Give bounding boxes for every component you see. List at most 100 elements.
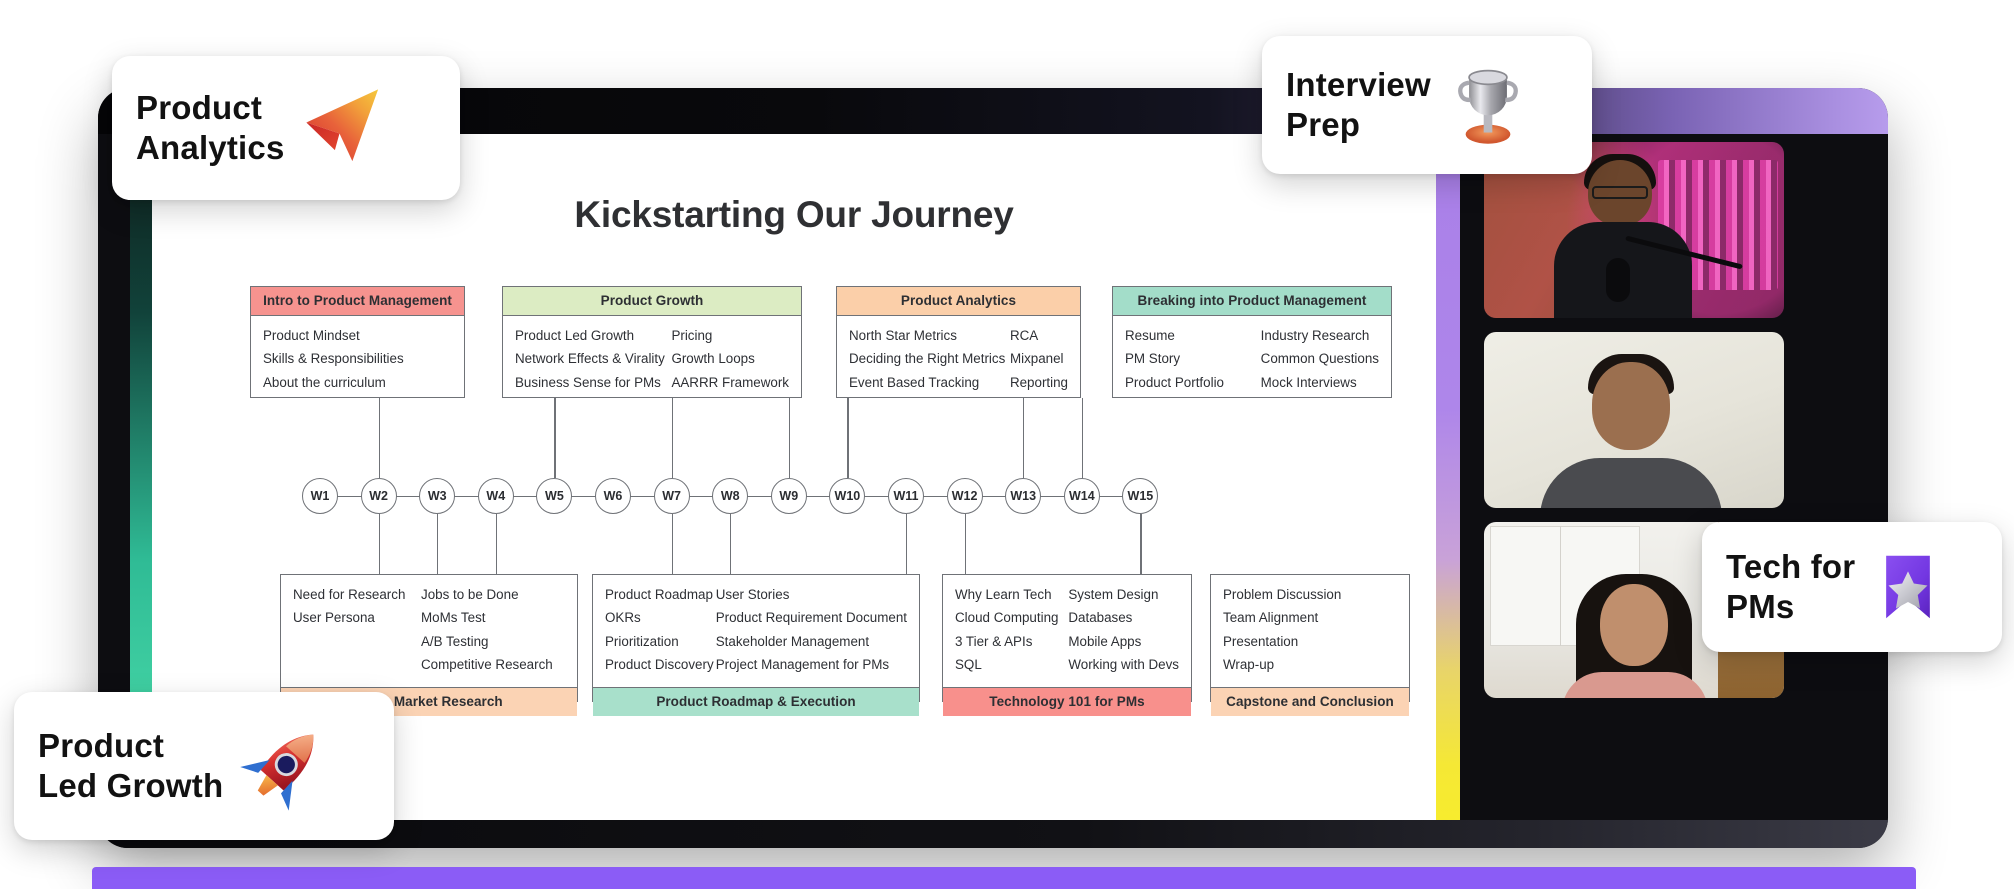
module-topic: Need for Research bbox=[293, 587, 406, 602]
slide-accent-right bbox=[1436, 134, 1460, 820]
module-topic: Why Learn Tech bbox=[955, 587, 1052, 602]
timeline-connector bbox=[1023, 398, 1025, 478]
timeline-week-node[interactable]: W7 bbox=[653, 478, 690, 514]
participant-video-panel bbox=[1484, 134, 1820, 820]
module-topic: Cloud Computing bbox=[955, 610, 1059, 626]
timeline-week-node[interactable]: W5 bbox=[536, 478, 573, 514]
module-card-title: Breaking into Product Management bbox=[1113, 287, 1391, 316]
timeline-connector bbox=[788, 398, 791, 478]
module-topic: Databases bbox=[1068, 610, 1133, 626]
timeline-week-node[interactable]: W4 bbox=[477, 478, 514, 514]
floating-card-label: Product Analytics bbox=[136, 88, 285, 166]
module-card: Product Growth Product Led Growth Network … bbox=[502, 286, 802, 398]
module-topic: Pricing bbox=[671, 328, 713, 343]
timeline-week-node[interactable]: W14 bbox=[1063, 478, 1100, 514]
trophy-icon bbox=[1445, 62, 1531, 148]
module-topic: Product Requirement Document bbox=[715, 610, 907, 626]
module-card-title: Product Analytics bbox=[837, 287, 1080, 316]
module-card-topics: Product Roadmap OKRs Prioritization Product… bbox=[593, 575, 919, 687]
module-topic: Problem Discussion bbox=[1223, 587, 1342, 602]
timeline-connector bbox=[554, 398, 556, 478]
timeline-week-node[interactable]: W3 bbox=[419, 478, 456, 514]
screenshot-root: Kickstarting Our Journey Intro to Produc… bbox=[0, 0, 2014, 889]
timeline-week-node[interactable]: W11 bbox=[888, 478, 924, 514]
module-topic: Jobs to be Done bbox=[421, 587, 519, 602]
timeline-week-node[interactable]: W13 bbox=[1005, 478, 1042, 514]
module-topic: North Star Metrics bbox=[849, 328, 957, 343]
module-topic: Event Based Tracking bbox=[849, 374, 980, 390]
module-card: Problem Discussion Team Alignment Presenta… bbox=[1210, 574, 1410, 717]
timeline-connector bbox=[378, 514, 380, 574]
module-card-title: Intro to Product Management bbox=[251, 287, 464, 316]
module-topic: Product Roadmap bbox=[605, 587, 713, 602]
module-topic: RCA bbox=[1009, 328, 1039, 343]
module-topic: Growth Loops bbox=[671, 351, 755, 367]
module-card-topics: Product Led Growth Network Effects & Vira… bbox=[503, 316, 801, 405]
module-topic: Reporting bbox=[1009, 374, 1068, 390]
module-topic: MoMs Test bbox=[421, 610, 486, 626]
timeline-connector bbox=[378, 398, 380, 478]
module-card-topics: North Star Metrics Deciding the Right Met… bbox=[837, 316, 1080, 405]
module-card: Product Roadmap OKRs Prioritization Product… bbox=[592, 574, 920, 717]
module-topic: Common Questions bbox=[1260, 351, 1379, 367]
module-topic: Working with Devs bbox=[1068, 657, 1179, 673]
timeline-connector bbox=[1140, 514, 1142, 574]
module-topic: A/B Testing bbox=[421, 633, 489, 649]
timeline-week-node[interactable]: W9 bbox=[770, 478, 807, 514]
module-topic: Stakeholder Management bbox=[715, 633, 870, 649]
module-card-topics: Product Mindset Skills & Responsibilities… bbox=[251, 316, 464, 405]
module-topic: Project Management for PMs bbox=[715, 657, 890, 673]
module-card-title: Product Growth bbox=[503, 287, 801, 316]
module-topic: Industry Research bbox=[1260, 328, 1370, 343]
module-topic: Resume bbox=[1125, 328, 1175, 343]
timeline-connector bbox=[437, 514, 439, 574]
timeline-connector bbox=[730, 514, 732, 574]
module-topic: Deciding the Right Metrics bbox=[849, 351, 1006, 367]
module-topic: AARRR Framework bbox=[671, 374, 789, 390]
floating-card-tech-for-pms[interactable]: Tech for PMs bbox=[1702, 522, 2002, 652]
module-card: Product Analytics North Star Metrics Decid… bbox=[836, 286, 1081, 398]
module-topic: OKRs bbox=[605, 610, 641, 626]
timeline-connector bbox=[964, 514, 966, 574]
module-topic: User Stories bbox=[715, 587, 790, 602]
timeline-week-node[interactable]: W2 bbox=[360, 478, 397, 514]
module-topic: Product Portfolio bbox=[1125, 374, 1224, 390]
timeline-week-node[interactable]: W12 bbox=[946, 478, 983, 514]
module-topic: Prioritization bbox=[605, 633, 679, 649]
module-card-title: Product Roadmap & Execution bbox=[593, 687, 919, 717]
floating-card-interview-prep[interactable]: Interview Prep bbox=[1262, 36, 1592, 174]
timeline-connector bbox=[671, 514, 673, 574]
module-topic: Competitive Research bbox=[421, 657, 553, 673]
timeline-connector bbox=[847, 398, 849, 478]
module-topic: System Design bbox=[1068, 587, 1159, 602]
module-topic: Network Effects & Virality bbox=[515, 351, 665, 367]
timeline-connector bbox=[495, 514, 498, 574]
module-card-topics: Problem Discussion Team Alignment Presenta… bbox=[1211, 575, 1409, 687]
bottom-accent-bar bbox=[92, 867, 1916, 889]
timeline-week-node[interactable]: W15 bbox=[1122, 478, 1159, 514]
module-topic: Product Discovery bbox=[605, 657, 714, 673]
floating-card-product-led-growth[interactable]: Product Led Growth bbox=[14, 692, 394, 840]
module-topic: Skills & Responsibilities bbox=[263, 351, 404, 367]
module-topic: About the curriculum bbox=[263, 374, 386, 390]
timeline-week-node[interactable]: W6 bbox=[595, 478, 631, 514]
module-card: Why Learn Tech Cloud Computing 3 Tier & AP… bbox=[942, 574, 1192, 717]
participant-video-tile-2[interactable] bbox=[1484, 332, 1784, 508]
module-card-topics: Need for Research User Persona Jobs to be … bbox=[281, 575, 577, 687]
floating-card-product-analytics[interactable]: Product Analytics bbox=[112, 56, 460, 200]
module-topic: Mixpanel bbox=[1009, 351, 1064, 367]
floating-card-label: Interview Prep bbox=[1286, 65, 1431, 143]
rocket-icon bbox=[237, 718, 333, 814]
module-topic: Product Mindset bbox=[263, 328, 360, 343]
timeline-week-node[interactable]: W10 bbox=[829, 478, 866, 514]
module-topic: Team Alignment bbox=[1223, 610, 1319, 626]
floating-card-label: Tech for PMs bbox=[1726, 547, 1856, 625]
timeline-week-node[interactable]: W8 bbox=[712, 478, 749, 514]
floating-card-label: Product Led Growth bbox=[38, 726, 224, 804]
timeline-week-node[interactable]: W1 bbox=[302, 478, 338, 514]
timeline-connector bbox=[906, 514, 908, 574]
module-topic: Mock Interviews bbox=[1260, 374, 1357, 390]
module-card-title: Capstone and Conclusion bbox=[1211, 687, 1409, 717]
module-card-topics: Resume PM Story Product Portfolio Industry … bbox=[1113, 316, 1391, 405]
module-topic: 3 Tier & APIs bbox=[955, 633, 1033, 649]
